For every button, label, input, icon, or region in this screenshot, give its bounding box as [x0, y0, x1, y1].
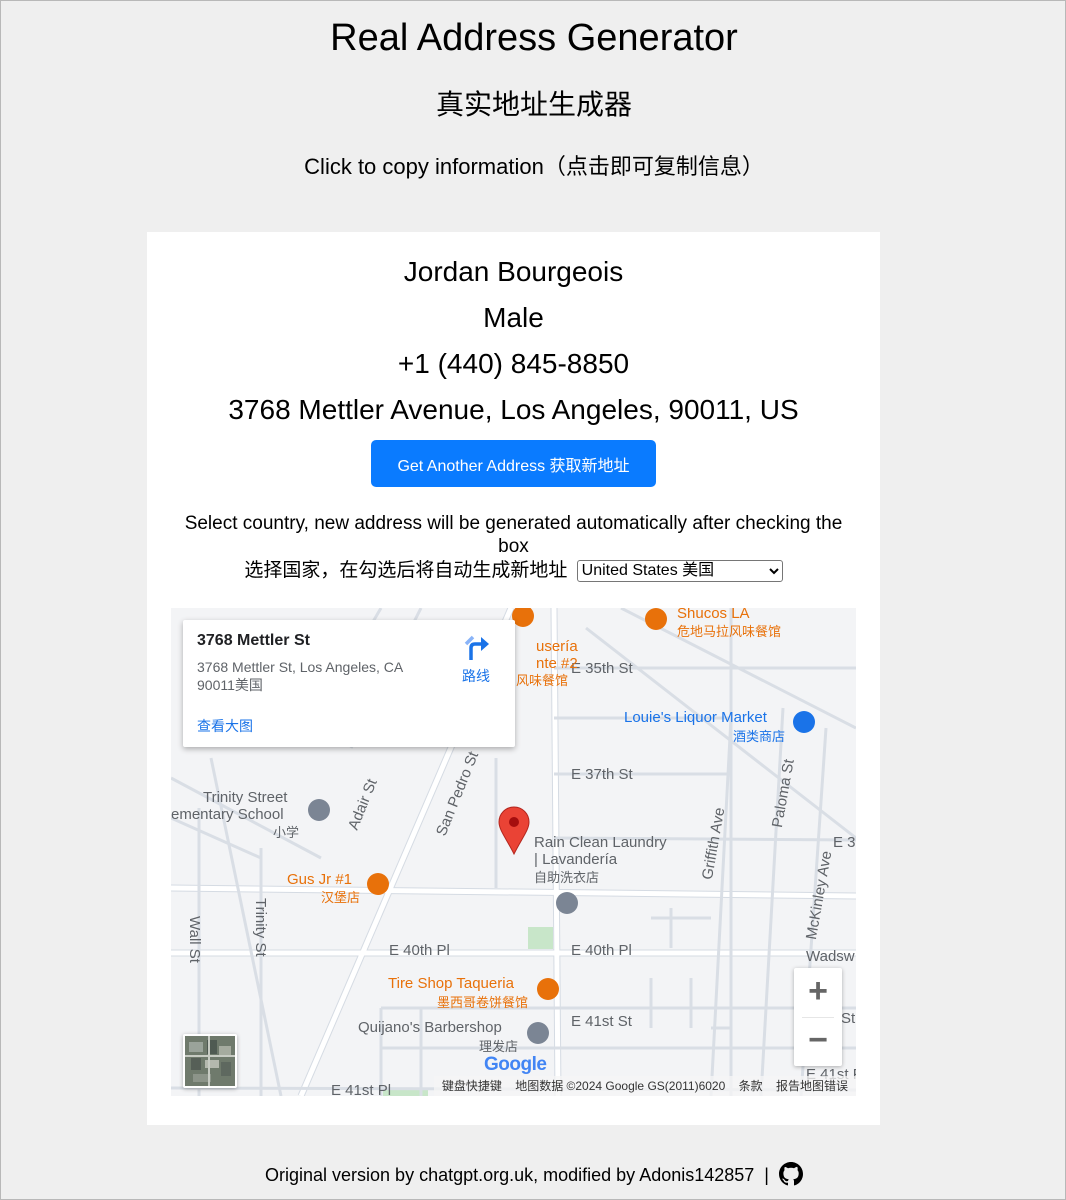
street-label-e3: E 3: [833, 834, 856, 851]
street-label-e41: E 41st St: [571, 1013, 632, 1030]
street-label-e35: E 35th St: [571, 660, 633, 677]
place-taqueria-zh: 风味餐馆: [516, 673, 569, 688]
street-label-wadsw: Wadsw: [806, 948, 855, 965]
person-name[interactable]: Jordan Bourgeois: [147, 254, 880, 290]
directions-link[interactable]: 路线: [462, 666, 490, 686]
place-shucos-zh: 危地马拉风味餐馆: [677, 624, 782, 639]
country-select-row: 选择国家，在勾选后将自动生成新地址 United States 美国: [147, 558, 880, 584]
street-label-st: St: [841, 1010, 856, 1027]
place-louies-zh: 酒类商店: [733, 729, 786, 744]
person-address[interactable]: 3768 Mettler Avenue, Los Angeles, 90011,…: [147, 392, 880, 428]
country-select-label: 选择国家，在勾选后将自动生成新地址: [244, 560, 568, 581]
person-gender[interactable]: Male: [147, 300, 880, 336]
place-gus[interactable]: Gus Jr #1: [287, 871, 352, 888]
google-logo: Google: [484, 1054, 547, 1076]
satellite-toggle-thumbnail[interactable]: [183, 1034, 237, 1088]
google-logo-text: Google: [484, 1054, 547, 1075]
report-error-link[interactable]: 报告地图错误: [776, 1079, 848, 1093]
country-select[interactable]: United States 美国: [576, 559, 783, 582]
street-label-trinity: Trinity St: [252, 898, 269, 957]
place-quijano[interactable]: Quijano's Barbershop: [358, 1019, 502, 1036]
place-tire-shop[interactable]: Tire Shop Taqueria: [388, 975, 514, 992]
place-quijano-zh: 理发店: [479, 1039, 519, 1054]
zoom-control: + −: [794, 968, 842, 1066]
place-rain-clean-zh: 自助洗衣店: [534, 870, 600, 885]
zoom-in-button[interactable]: +: [794, 968, 842, 1017]
map-info-window: 3768 Mettler St 3768 Mettler St, Los Ang…: [183, 620, 515, 747]
map-data-text: 地图数据 ©2024 Google GS(2011)6020: [515, 1079, 726, 1093]
person-phone[interactable]: +1 (440) 845-8850: [147, 346, 880, 382]
street-label-e40-left: E 40th Pl: [389, 942, 450, 959]
map-view[interactable]: E 35th St E 37th St E 40th Pl E 40th Pl …: [171, 608, 856, 1096]
country-select-note: Select country, new address will be gene…: [184, 513, 843, 557]
street-label-e37: E 37th St: [571, 766, 633, 783]
info-window-title: 3768 Mettler St: [197, 632, 310, 649]
keyboard-shortcuts-link[interactable]: 键盘快捷键: [442, 1079, 502, 1093]
terms-link[interactable]: 条款: [739, 1079, 763, 1093]
place-louies[interactable]: Louie's Liquor Market: [624, 709, 767, 726]
directions-icon[interactable]: [463, 634, 491, 662]
place-tire-shop-zh: 墨西哥卷饼餐馆: [437, 995, 529, 1010]
place-gus-zh: 汉堡店: [321, 890, 361, 905]
copy-hint: Click to copy information（点击即可复制信息）: [304, 154, 764, 179]
street-label-e41pl: E 41st Pl: [331, 1082, 392, 1096]
place-shucos[interactable]: Shucos LA: [677, 608, 750, 622]
get-another-address-button[interactable]: Get Another Address 获取新地址: [371, 440, 656, 487]
place-taqueria[interactable]: usería: [536, 638, 578, 655]
page-subtitle: 真实地址生成器: [435, 89, 632, 120]
place-trinity-school-zh: 小学: [273, 825, 300, 840]
address-card: Jordan Bourgeois Male +1 (440) 845-8850 …: [147, 232, 880, 1125]
github-icon[interactable]: [778, 1162, 803, 1186]
park-area: [528, 927, 553, 949]
place-trinity-school-2: ementary School: [171, 806, 284, 823]
info-window-address: 3768 Mettler St, Los Angeles, CA 90011美国: [197, 659, 403, 693]
view-larger-map-link[interactable]: 查看大图: [197, 716, 253, 736]
satellite-thumbnail-icon: [185, 1036, 235, 1086]
zoom-out-button[interactable]: −: [794, 1017, 842, 1066]
footer-separator: |: [764, 1165, 769, 1185]
place-trinity-school[interactable]: Trinity Street: [203, 789, 287, 806]
place-rain-clean[interactable]: Rain Clean Laundry: [534, 834, 667, 851]
map-attribution: 键盘快捷键 地图数据 ©2024 Google GS(2011)6020 条款 …: [433, 1076, 856, 1096]
street-label-wall: Wall St: [186, 916, 203, 963]
location-pin-icon: [498, 806, 530, 856]
street-label-e40-right: E 40th Pl: [571, 942, 632, 959]
footer-text: Original version by chatgpt.org.uk, modi…: [265, 1165, 755, 1185]
page-title: Real Address Generator: [330, 17, 738, 59]
footer: Original version by chatgpt.org.uk, modi…: [1, 1161, 1066, 1189]
place-rain-clean-2: | Lavandería: [534, 851, 618, 868]
